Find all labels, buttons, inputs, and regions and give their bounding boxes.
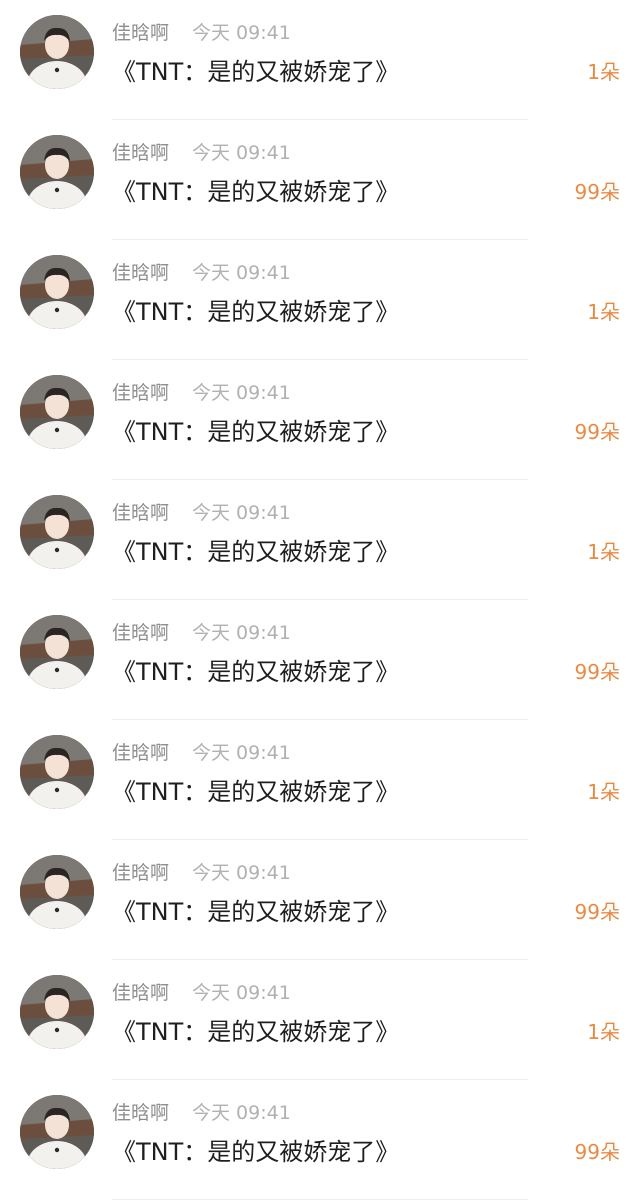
comment-text: 《TNT：是的又被娇宠了》 [112, 58, 400, 86]
username[interactable]: 佳晗啊 [112, 380, 169, 406]
timestamp: 今天 09:41 [192, 982, 291, 1004]
comment-text: 《TNT：是的又被娇宠了》 [112, 418, 400, 446]
avatar[interactable] [20, 15, 94, 89]
avatar[interactable] [20, 1095, 94, 1169]
gift-count: 99朵 [574, 1140, 620, 1164]
username[interactable]: 佳晗啊 [112, 260, 169, 286]
timestamp: 今天 09:41 [192, 22, 291, 44]
comment-item[interactable]: 佳晗啊 今天 09:41 《TNT：是的又被娇宠了》 99朵 [0, 120, 640, 240]
comment-text: 《TNT：是的又被娇宠了》 [112, 658, 400, 686]
timestamp: 今天 09:41 [192, 382, 291, 404]
comment-text: 《TNT：是的又被娇宠了》 [112, 898, 400, 926]
username[interactable]: 佳晗啊 [112, 740, 169, 766]
gift-count: 99朵 [574, 180, 620, 204]
timestamp: 今天 09:41 [192, 622, 291, 644]
avatar[interactable] [20, 975, 94, 1049]
avatar[interactable] [20, 255, 94, 329]
gift-count: 1朵 [587, 540, 620, 564]
avatar[interactable] [20, 735, 94, 809]
username[interactable]: 佳晗啊 [112, 20, 169, 46]
username[interactable]: 佳晗啊 [112, 1100, 169, 1126]
avatar[interactable] [20, 495, 94, 569]
gift-count: 1朵 [587, 1020, 620, 1044]
comment-item[interactable]: 佳晗啊 今天 09:41 《TNT：是的又被娇宠了》 1朵 [0, 960, 640, 1080]
comment-item[interactable]: 佳晗啊 今天 09:41 《TNT：是的又被娇宠了》 1朵 [0, 0, 640, 120]
timestamp: 今天 09:41 [192, 862, 291, 884]
username[interactable]: 佳晗啊 [112, 620, 169, 646]
username[interactable]: 佳晗啊 [112, 980, 169, 1006]
comment-item[interactable]: 佳晗啊 今天 09:41 《TNT：是的又被娇宠了》 1朵 [0, 720, 640, 840]
timestamp: 今天 09:41 [192, 1102, 291, 1124]
username[interactable]: 佳晗啊 [112, 140, 169, 166]
comment-item[interactable]: 佳晗啊 今天 09:41 《TNT：是的又被娇宠了》 99朵 [0, 1080, 640, 1200]
comment-text: 《TNT：是的又被娇宠了》 [112, 298, 400, 326]
comment-item[interactable]: 佳晗啊 今天 09:41 《TNT：是的又被娇宠了》 99朵 [0, 840, 640, 960]
comment-text: 《TNT：是的又被娇宠了》 [112, 178, 400, 206]
comment-item[interactable]: 佳晗啊 今天 09:41 《TNT：是的又被娇宠了》 1朵 [0, 480, 640, 600]
timestamp: 今天 09:41 [192, 142, 291, 164]
gift-count: 99朵 [574, 900, 620, 924]
gift-count: 1朵 [587, 300, 620, 324]
gift-count: 99朵 [574, 420, 620, 444]
avatar[interactable] [20, 615, 94, 689]
timestamp: 今天 09:41 [192, 502, 291, 524]
avatar[interactable] [20, 375, 94, 449]
comment-list: 佳晗啊 今天 09:41 《TNT：是的又被娇宠了》 1朵 佳晗啊 今天 09:… [0, 0, 640, 1200]
divider [112, 1199, 528, 1200]
username[interactable]: 佳晗啊 [112, 860, 169, 886]
avatar[interactable] [20, 135, 94, 209]
gift-count: 1朵 [587, 60, 620, 84]
comment-text: 《TNT：是的又被娇宠了》 [112, 778, 400, 806]
gift-count: 99朵 [574, 660, 620, 684]
username[interactable]: 佳晗啊 [112, 500, 169, 526]
comment-item[interactable]: 佳晗啊 今天 09:41 《TNT：是的又被娇宠了》 99朵 [0, 600, 640, 720]
comment-text: 《TNT：是的又被娇宠了》 [112, 1018, 400, 1046]
gift-count: 1朵 [587, 780, 620, 804]
timestamp: 今天 09:41 [192, 262, 291, 284]
comment-item[interactable]: 佳晗啊 今天 09:41 《TNT：是的又被娇宠了》 99朵 [0, 360, 640, 480]
comment-text: 《TNT：是的又被娇宠了》 [112, 1138, 400, 1166]
avatar[interactable] [20, 855, 94, 929]
comment-text: 《TNT：是的又被娇宠了》 [112, 538, 400, 566]
timestamp: 今天 09:41 [192, 742, 291, 764]
comment-item[interactable]: 佳晗啊 今天 09:41 《TNT：是的又被娇宠了》 1朵 [0, 240, 640, 360]
